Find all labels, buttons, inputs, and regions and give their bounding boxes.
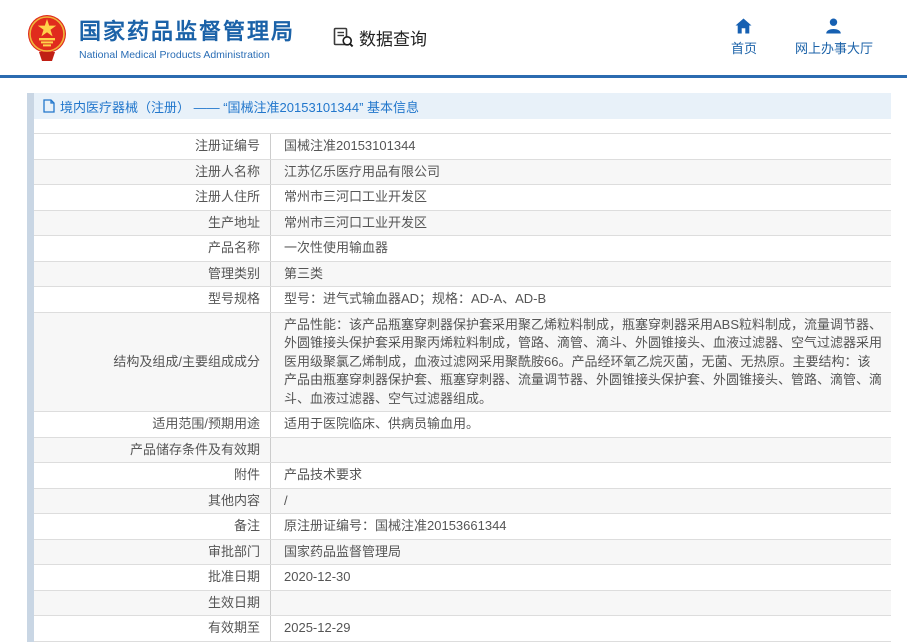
row-label: 其他内容 — [207, 492, 260, 508]
table-row: 生产地址 常州市三河口工业开发区 — [34, 210, 891, 236]
row-value: / — [270, 488, 891, 513]
table-row: 其他内容 / — [34, 488, 891, 514]
row-label: 注册人名称 — [194, 163, 260, 179]
row-label: 审批部门 — [207, 543, 260, 559]
table-row: 注册人名称 江苏亿乐医疗用品有限公司 — [34, 159, 891, 185]
org-names: 国家药品监督管理局 National Medical Products Admi… — [79, 14, 295, 61]
row-value: 适用于医院临床、供病员输血用。 — [270, 412, 891, 437]
row-label: 结构及组成/主要组成成分 — [113, 353, 260, 369]
table-row: 适用范围/预期用途 适用于医院临床、供病员输血用。 — [34, 412, 891, 438]
row-label: 注册证编号 — [194, 138, 260, 153]
table-row: 生效日期 — [34, 590, 891, 616]
table-row: 附件 产品技术要求 — [34, 463, 891, 489]
row-value — [270, 437, 891, 462]
row-value: 常州市三河口工业开发区 — [270, 210, 891, 235]
row-label: 生产地址 — [207, 214, 260, 230]
org-name-cn: 国家药品监督管理局 — [79, 19, 296, 44]
org-name-en: National Medical Products Administration — [79, 49, 270, 61]
content-area: 境内医疗器械（注册） —— “国械注准20153101344” 基本信息 注册证… — [27, 93, 891, 642]
row-value: 第三类 — [270, 261, 891, 286]
row-value: 国家药品监督管理局 — [270, 539, 891, 564]
row-label: 批准日期 — [207, 569, 260, 584]
nav-item-service-hall[interactable]: 网上办事大厅 — [795, 18, 873, 57]
structure-text: 产品性能：该产品瓶塞穿刺器保护套采用聚乙烯粒料制成，瓶塞穿刺器采用ABS粒料制成… — [284, 316, 883, 406]
row-label: 产品储存条件及有效期 — [129, 441, 260, 457]
row-value: 江苏亿乐医疗用品有限公司 — [270, 159, 891, 184]
row-label: 备注 — [233, 518, 260, 533]
national-emblem-icon — [28, 14, 66, 61]
row-label: 注册人住所 — [194, 189, 260, 204]
table-row: 审批部门 国家药品监督管理局 — [34, 539, 891, 565]
table-row: 产品储存条件及有效期 — [34, 437, 891, 463]
row-label: 有效期至 — [207, 620, 260, 635]
row-value: 国械注准20153101344 — [270, 134, 891, 159]
table-row: 注册证编号 国械注准20153101344 — [34, 134, 891, 160]
table-row: 管理类别 第三类 — [34, 261, 891, 287]
row-value: 2020-12-30 — [270, 565, 891, 590]
row-value: 一次性使用输血器 — [270, 236, 891, 261]
table-row-structure: 结构及组成/主要组成成分 产品性能：该产品瓶塞穿刺器保护套采用聚乙烯粒料制成，瓶… — [34, 312, 891, 412]
nav-home-label: 首页 — [730, 41, 757, 56]
table-row: 有效期至 2025-12-29 — [34, 616, 891, 642]
row-label: 生效日期 — [207, 594, 260, 610]
nmpa-logo: 国家药品监督管理局 National Medical Products Admi… — [27, 11, 295, 65]
table-row: 备注 原注册证编号：国械注准20153661344 — [34, 514, 891, 540]
row-value — [270, 590, 891, 615]
nav-service-hall-label: 网上办事大厅 — [794, 41, 873, 56]
breadcrumb-text: 境内医疗器械（注册） —— “国械注准20153101344” 基本信息 — [60, 99, 420, 115]
nav-item-home[interactable]: 首页 — [731, 18, 757, 57]
table-row: 注册人住所 常州市三河口工业开发区 — [34, 185, 891, 211]
row-value: 原注册证编号：国械注准20153661344 — [270, 514, 891, 539]
data-query-section[interactable]: 数据查询 — [333, 25, 427, 50]
row-value: 产品技术要求 — [270, 463, 891, 488]
document-icon — [43, 99, 55, 113]
row-label: 附件 — [233, 467, 260, 482]
table-row: 型号规格 型号：进气式输血器AD；规格：AD-A、AD-B — [34, 287, 891, 313]
user-icon — [826, 18, 842, 34]
breadcrumb: 境内医疗器械（注册） —— “国械注准20153101344” 基本信息 — [34, 93, 891, 119]
top-nav: 首页 网上办事大厅 — [731, 18, 885, 57]
row-value: 2025-12-29 — [270, 616, 891, 641]
table-row: 批准日期 2020-12-30 — [34, 565, 891, 591]
registration-info-table: 注册证编号 国械注准20153101344 注册人名称 江苏亿乐医疗用品有限公司… — [34, 133, 891, 642]
document-magnifier-icon — [333, 27, 354, 48]
row-label: 型号规格 — [207, 291, 260, 306]
row-value: 型号：进气式输血器AD；规格：AD-A、AD-B — [270, 287, 891, 312]
row-label: 管理类别 — [207, 265, 260, 281]
row-label: 产品名称 — [207, 240, 260, 255]
row-value: 常州市三河口工业开发区 — [270, 185, 891, 210]
page-header: 国家药品监督管理局 National Medical Products Admi… — [0, 0, 907, 78]
row-value: 产品性能：该产品瓶塞穿刺器保护套采用聚乙烯粒料制成，瓶塞穿刺器采用ABS粒料制成… — [270, 312, 891, 411]
row-label: 适用范围/预期用途 — [152, 416, 260, 431]
table-row: 产品名称 一次性使用输血器 — [34, 236, 891, 262]
data-query-label: 数据查询 — [359, 30, 428, 49]
home-icon — [735, 18, 752, 34]
